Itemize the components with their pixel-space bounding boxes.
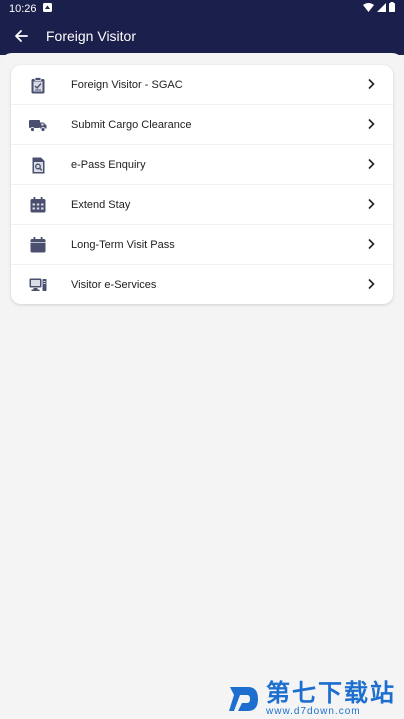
computer-icon	[29, 276, 47, 294]
truck-icon	[29, 116, 47, 134]
calendar-grid-icon	[29, 196, 47, 214]
chevron-right-icon	[368, 238, 375, 250]
menu-item-extend-stay[interactable]: Extend Stay	[11, 185, 393, 225]
chevron-right-icon	[368, 158, 375, 170]
status-time: 10:26	[9, 2, 37, 15]
chevron-right-icon	[368, 78, 375, 90]
menu-item-e-pass-enquiry[interactable]: e-Pass Enquiry	[11, 145, 393, 185]
signal-icon	[377, 2, 386, 15]
d7-logo-icon	[229, 687, 258, 711]
menu-card: Foreign Visitor - SGAC Submit Cargo Clea…	[11, 65, 393, 304]
notification-icon	[42, 2, 52, 15]
menu-item-long-term-visit-pass[interactable]: Long-Term Visit Pass	[11, 225, 393, 265]
wifi-icon	[363, 2, 374, 15]
menu-item-submit-cargo-clearance[interactable]: Submit Cargo Clearance	[11, 105, 393, 145]
menu-item-label: Foreign Visitor - SGAC	[71, 78, 183, 91]
clipboard-check-icon	[29, 76, 47, 94]
app-bar: Foreign Visitor	[0, 17, 404, 55]
chevron-right-icon	[368, 198, 375, 210]
menu-item-label: Submit Cargo Clearance	[71, 118, 192, 131]
chevron-right-icon	[368, 278, 375, 290]
arrow-left-icon	[15, 30, 28, 42]
page-title: Foreign Visitor	[46, 28, 137, 44]
battery-icon	[389, 2, 395, 15]
calendar-icon	[29, 236, 47, 254]
menu-item-label: Visitor e-Services	[71, 278, 157, 291]
menu-item-label: Long-Term Visit Pass	[71, 238, 175, 251]
watermark-url-text: www.d7down.com	[266, 706, 361, 717]
menu-item-foreign-visitor-sgac[interactable]: Foreign Visitor - SGAC	[11, 65, 393, 105]
menu-item-label: Extend Stay	[71, 198, 131, 211]
menu-item-label: e-Pass Enquiry	[71, 158, 146, 171]
content-sheet: Foreign Visitor - SGAC Submit Cargo Clea…	[0, 53, 404, 719]
chevron-right-icon	[368, 118, 375, 130]
document-search-icon	[29, 156, 47, 174]
status-bar: 10:26	[0, 0, 404, 17]
watermark-cn-text: 第七下载站	[266, 679, 396, 707]
watermark: 第七下载站 www.d7down.com	[226, 681, 396, 717]
back-button[interactable]	[2, 17, 40, 55]
menu-item-visitor-e-services[interactable]: Visitor e-Services	[11, 265, 393, 304]
